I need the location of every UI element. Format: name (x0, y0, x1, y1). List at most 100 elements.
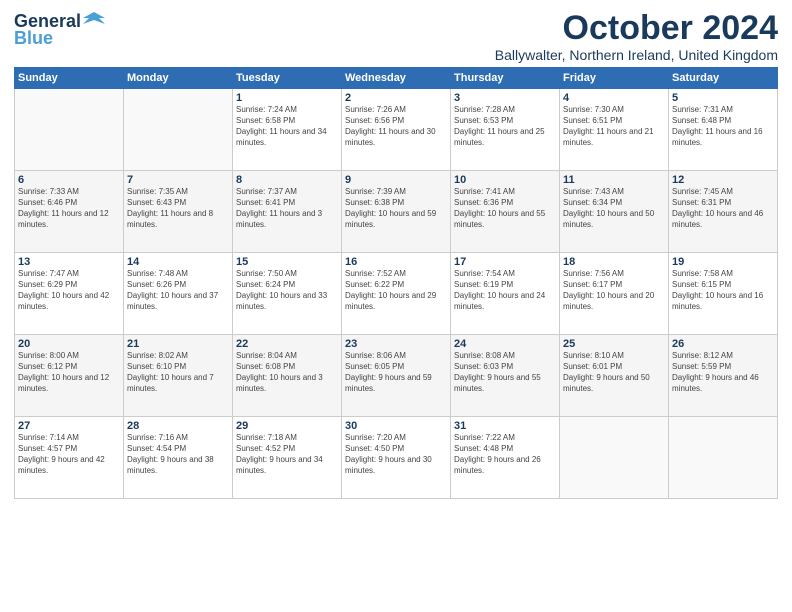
day-cell (669, 417, 778, 499)
day-cell: 12Sunrise: 7:45 AMSunset: 6:31 PMDayligh… (669, 171, 778, 253)
col-header-thursday: Thursday (451, 68, 560, 89)
day-number: 15 (236, 256, 338, 268)
day-cell: 4Sunrise: 7:30 AMSunset: 6:51 PMDaylight… (560, 89, 669, 171)
day-number: 30 (345, 420, 447, 432)
day-cell: 3Sunrise: 7:28 AMSunset: 6:53 PMDaylight… (451, 89, 560, 171)
cell-info: Sunrise: 8:06 AMSunset: 6:05 PMDaylight:… (345, 351, 447, 394)
logo-bird-icon (83, 10, 105, 32)
day-cell (560, 417, 669, 499)
day-cell: 7Sunrise: 7:35 AMSunset: 6:43 PMDaylight… (124, 171, 233, 253)
cell-info: Sunrise: 7:26 AMSunset: 6:56 PMDaylight:… (345, 105, 447, 148)
cell-info: Sunrise: 7:52 AMSunset: 6:22 PMDaylight:… (345, 269, 447, 312)
day-cell: 27Sunrise: 7:14 AMSunset: 4:57 PMDayligh… (15, 417, 124, 499)
day-number: 31 (454, 420, 556, 432)
col-header-tuesday: Tuesday (233, 68, 342, 89)
day-number: 20 (18, 338, 120, 350)
cell-info: Sunrise: 7:18 AMSunset: 4:52 PMDaylight:… (236, 433, 338, 476)
day-cell: 6Sunrise: 7:33 AMSunset: 6:46 PMDaylight… (15, 171, 124, 253)
day-cell: 23Sunrise: 8:06 AMSunset: 6:05 PMDayligh… (342, 335, 451, 417)
day-number: 7 (127, 174, 229, 186)
cell-info: Sunrise: 7:31 AMSunset: 6:48 PMDaylight:… (672, 105, 774, 148)
day-cell: 30Sunrise: 7:20 AMSunset: 4:50 PMDayligh… (342, 417, 451, 499)
cell-info: Sunrise: 7:28 AMSunset: 6:53 PMDaylight:… (454, 105, 556, 148)
day-number: 17 (454, 256, 556, 268)
cell-info: Sunrise: 7:22 AMSunset: 4:48 PMDaylight:… (454, 433, 556, 476)
day-number: 8 (236, 174, 338, 186)
cell-info: Sunrise: 7:16 AMSunset: 4:54 PMDaylight:… (127, 433, 229, 476)
day-number: 22 (236, 338, 338, 350)
day-number: 18 (563, 256, 665, 268)
week-row-4: 20Sunrise: 8:00 AMSunset: 6:12 PMDayligh… (15, 335, 778, 417)
day-cell: 25Sunrise: 8:10 AMSunset: 6:01 PMDayligh… (560, 335, 669, 417)
cell-info: Sunrise: 8:02 AMSunset: 6:10 PMDaylight:… (127, 351, 229, 394)
day-cell: 29Sunrise: 7:18 AMSunset: 4:52 PMDayligh… (233, 417, 342, 499)
cell-info: Sunrise: 7:41 AMSunset: 6:36 PMDaylight:… (454, 187, 556, 230)
day-cell: 10Sunrise: 7:41 AMSunset: 6:36 PMDayligh… (451, 171, 560, 253)
day-number: 3 (454, 92, 556, 104)
day-cell: 1Sunrise: 7:24 AMSunset: 6:58 PMDaylight… (233, 89, 342, 171)
calendar-table: SundayMondayTuesdayWednesdayThursdayFrid… (14, 67, 778, 499)
col-header-friday: Friday (560, 68, 669, 89)
col-header-sunday: Sunday (15, 68, 124, 89)
cell-info: Sunrise: 8:12 AMSunset: 5:59 PMDaylight:… (672, 351, 774, 394)
col-header-monday: Monday (124, 68, 233, 89)
day-number: 29 (236, 420, 338, 432)
week-row-2: 6Sunrise: 7:33 AMSunset: 6:46 PMDaylight… (15, 171, 778, 253)
day-number: 26 (672, 338, 774, 350)
logo-blue: Blue (14, 28, 53, 49)
day-cell (15, 89, 124, 171)
cell-info: Sunrise: 8:04 AMSunset: 6:08 PMDaylight:… (236, 351, 338, 394)
day-cell: 17Sunrise: 7:54 AMSunset: 6:19 PMDayligh… (451, 253, 560, 335)
day-number: 2 (345, 92, 447, 104)
cell-info: Sunrise: 8:00 AMSunset: 6:12 PMDaylight:… (18, 351, 120, 394)
day-cell: 22Sunrise: 8:04 AMSunset: 6:08 PMDayligh… (233, 335, 342, 417)
cell-info: Sunrise: 7:39 AMSunset: 6:38 PMDaylight:… (345, 187, 447, 230)
header-row: SundayMondayTuesdayWednesdayThursdayFrid… (15, 68, 778, 89)
day-cell: 18Sunrise: 7:56 AMSunset: 6:17 PMDayligh… (560, 253, 669, 335)
day-cell: 5Sunrise: 7:31 AMSunset: 6:48 PMDaylight… (669, 89, 778, 171)
cell-info: Sunrise: 7:30 AMSunset: 6:51 PMDaylight:… (563, 105, 665, 148)
day-number: 10 (454, 174, 556, 186)
day-number: 5 (672, 92, 774, 104)
day-cell: 11Sunrise: 7:43 AMSunset: 6:34 PMDayligh… (560, 171, 669, 253)
day-cell: 19Sunrise: 7:58 AMSunset: 6:15 PMDayligh… (669, 253, 778, 335)
day-cell: 16Sunrise: 7:52 AMSunset: 6:22 PMDayligh… (342, 253, 451, 335)
day-number: 9 (345, 174, 447, 186)
cell-info: Sunrise: 7:47 AMSunset: 6:29 PMDaylight:… (18, 269, 120, 312)
day-number: 12 (672, 174, 774, 186)
day-number: 14 (127, 256, 229, 268)
week-row-5: 27Sunrise: 7:14 AMSunset: 4:57 PMDayligh… (15, 417, 778, 499)
day-number: 24 (454, 338, 556, 350)
day-number: 16 (345, 256, 447, 268)
day-number: 19 (672, 256, 774, 268)
week-row-1: 1Sunrise: 7:24 AMSunset: 6:58 PMDaylight… (15, 89, 778, 171)
day-cell: 26Sunrise: 8:12 AMSunset: 5:59 PMDayligh… (669, 335, 778, 417)
month-title: October 2024 (495, 10, 778, 47)
day-number: 4 (563, 92, 665, 104)
cell-info: Sunrise: 8:08 AMSunset: 6:03 PMDaylight:… (454, 351, 556, 394)
cell-info: Sunrise: 7:56 AMSunset: 6:17 PMDaylight:… (563, 269, 665, 312)
title-block: October 2024 Ballywalter, Northern Irela… (495, 10, 778, 63)
day-number: 6 (18, 174, 120, 186)
cell-info: Sunrise: 7:20 AMSunset: 4:50 PMDaylight:… (345, 433, 447, 476)
cell-info: Sunrise: 7:33 AMSunset: 6:46 PMDaylight:… (18, 187, 120, 230)
day-number: 1 (236, 92, 338, 104)
cell-info: Sunrise: 7:54 AMSunset: 6:19 PMDaylight:… (454, 269, 556, 312)
day-cell: 31Sunrise: 7:22 AMSunset: 4:48 PMDayligh… (451, 417, 560, 499)
day-number: 28 (127, 420, 229, 432)
day-number: 23 (345, 338, 447, 350)
day-cell: 24Sunrise: 8:08 AMSunset: 6:03 PMDayligh… (451, 335, 560, 417)
cell-info: Sunrise: 8:10 AMSunset: 6:01 PMDaylight:… (563, 351, 665, 394)
day-number: 11 (563, 174, 665, 186)
day-cell: 15Sunrise: 7:50 AMSunset: 6:24 PMDayligh… (233, 253, 342, 335)
logo: General Blue (14, 10, 105, 49)
day-cell: 20Sunrise: 8:00 AMSunset: 6:12 PMDayligh… (15, 335, 124, 417)
day-cell: 2Sunrise: 7:26 AMSunset: 6:56 PMDaylight… (342, 89, 451, 171)
day-number: 13 (18, 256, 120, 268)
week-row-3: 13Sunrise: 7:47 AMSunset: 6:29 PMDayligh… (15, 253, 778, 335)
cell-info: Sunrise: 7:14 AMSunset: 4:57 PMDaylight:… (18, 433, 120, 476)
day-cell (124, 89, 233, 171)
cell-info: Sunrise: 7:37 AMSunset: 6:41 PMDaylight:… (236, 187, 338, 230)
col-header-wednesday: Wednesday (342, 68, 451, 89)
day-number: 21 (127, 338, 229, 350)
